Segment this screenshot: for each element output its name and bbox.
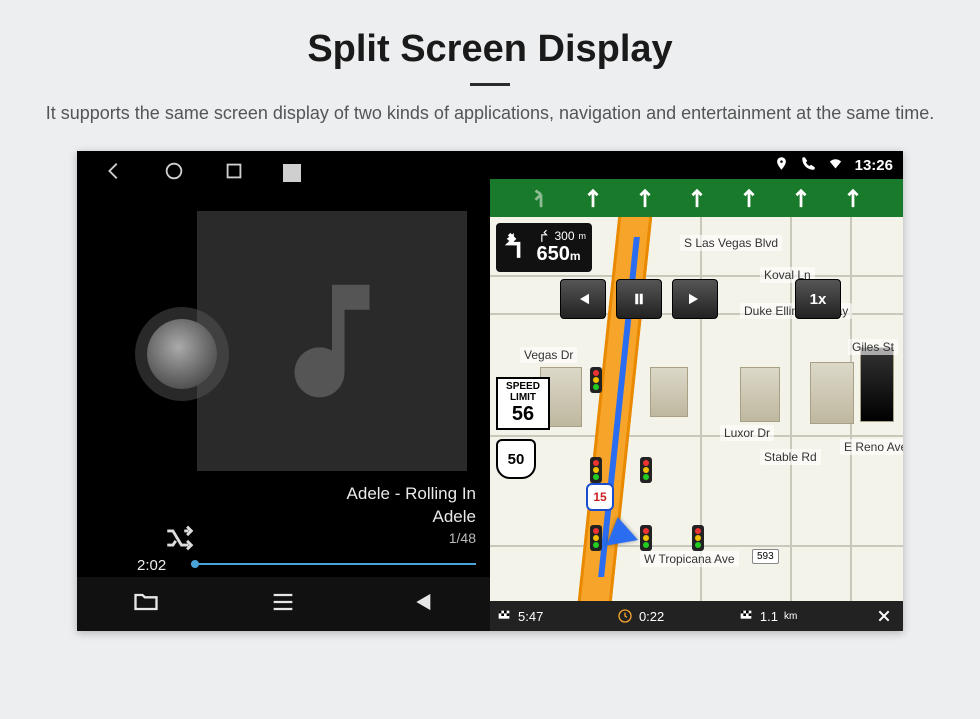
turn-left-icon	[502, 229, 530, 263]
close-icon	[876, 608, 892, 624]
close-button[interactable]	[871, 603, 897, 629]
previous-track-icon[interactable]	[407, 588, 435, 621]
joystick-control[interactable]	[147, 319, 217, 389]
title-underline	[470, 83, 510, 86]
turn-instruction: 300 m 650m	[496, 223, 592, 272]
music-note-icon	[257, 266, 407, 416]
turn-unit: m	[570, 249, 581, 263]
next-turn-dist: 300	[554, 229, 574, 243]
dist-unit-text: km	[784, 611, 797, 622]
lane-straight-icon	[790, 185, 812, 211]
sim-speed-button[interactable]: 1x	[795, 279, 841, 319]
lane-left-icon	[530, 185, 552, 211]
nav-bottom-bar: 5:47 0:22 1.1 km	[490, 601, 903, 631]
route-shield: 50	[496, 439, 536, 479]
page-subtitle: It supports the same screen display of t…	[40, 100, 940, 127]
address-pill: 593	[752, 549, 779, 564]
lane-straight-icon	[634, 185, 656, 211]
building	[650, 367, 688, 417]
page-title: Split Screen Display	[0, 0, 980, 71]
sim-next-button[interactable]	[672, 279, 718, 319]
progress-bar[interactable]: 2:02	[137, 551, 476, 565]
recents-icon[interactable]	[223, 160, 245, 187]
playlist-icon[interactable]	[269, 588, 297, 621]
lane-straight-icon	[738, 185, 760, 211]
track-index: 1/48	[347, 529, 476, 548]
navigation-pane: 13:26	[490, 151, 903, 631]
sim-prev-button[interactable]	[560, 279, 606, 319]
sim-pause-button[interactable]	[616, 279, 662, 319]
map-canvas[interactable]: 15 S Las Vegas Blvd Koval Ln Duke Elling…	[490, 217, 903, 601]
speed-limit-sign: SPEED LIMIT 56	[496, 377, 550, 430]
folder-icon[interactable]	[132, 588, 160, 621]
status-bar: 13:26	[490, 151, 903, 179]
traffic-light-icon	[590, 525, 602, 551]
track-meta: Adele - Rolling In Adele 1/48	[347, 483, 476, 548]
street-label: Vegas Dr	[520, 347, 577, 363]
lane-straight-icon	[582, 185, 604, 211]
street-label: Luxor Dr	[720, 425, 774, 441]
location-icon	[774, 156, 789, 175]
speed-limit-value: 56	[500, 403, 546, 426]
lane-guidance-bar	[490, 179, 903, 217]
clock-icon	[617, 608, 633, 624]
clock-text: 13:26	[855, 157, 893, 174]
vehicle-cursor-icon	[602, 514, 638, 545]
music-bottom-bar	[77, 577, 490, 631]
building	[860, 347, 894, 422]
music-pane: Adele - Rolling In Adele 1/48 2:02	[77, 151, 490, 631]
track-artist: Adele	[347, 506, 476, 529]
dist-remaining-text: 1.1	[760, 609, 778, 624]
next-turn-unit: m	[579, 231, 587, 241]
street-label: W Tropicana Ave	[640, 551, 739, 567]
finish-flag-icon	[738, 608, 754, 624]
street-label: E Reno Ave	[840, 439, 903, 455]
picture-icon[interactable]	[283, 164, 301, 182]
elapsed-time: 2:02	[137, 557, 166, 574]
finish-flag-icon	[496, 608, 512, 624]
lane-straight-icon	[686, 185, 708, 211]
traffic-light-icon	[640, 457, 652, 483]
phone-icon	[801, 156, 816, 175]
traffic-light-icon	[590, 367, 602, 393]
street-label: S Las Vegas Blvd	[680, 235, 782, 251]
track-title: Adele - Rolling In	[347, 483, 476, 506]
turn-right-icon	[536, 229, 550, 243]
traffic-light-icon	[640, 525, 652, 551]
sim-controls	[560, 279, 718, 319]
street-label: Giles St	[848, 339, 898, 355]
album-art-placeholder	[197, 211, 467, 471]
building	[740, 367, 780, 422]
traffic-light-icon	[692, 525, 704, 551]
turn-dist: 650	[536, 243, 569, 265]
wifi-icon	[828, 156, 843, 175]
interstate-shield: 15	[586, 483, 614, 511]
back-icon[interactable]	[103, 160, 125, 187]
building	[810, 362, 854, 424]
street-label: Stable Rd	[760, 449, 821, 465]
traffic-light-icon	[590, 457, 602, 483]
time-remaining-text: 0:22	[639, 609, 664, 624]
android-nav-bar	[77, 151, 490, 195]
home-icon[interactable]	[163, 160, 185, 187]
shuffle-icon[interactable]	[163, 521, 197, 555]
eta-text: 5:47	[518, 609, 543, 624]
device-frame: Adele - Rolling In Adele 1/48 2:02	[77, 151, 903, 631]
speed-limit-label: SPEED LIMIT	[500, 381, 546, 403]
lane-straight-icon	[842, 185, 864, 211]
